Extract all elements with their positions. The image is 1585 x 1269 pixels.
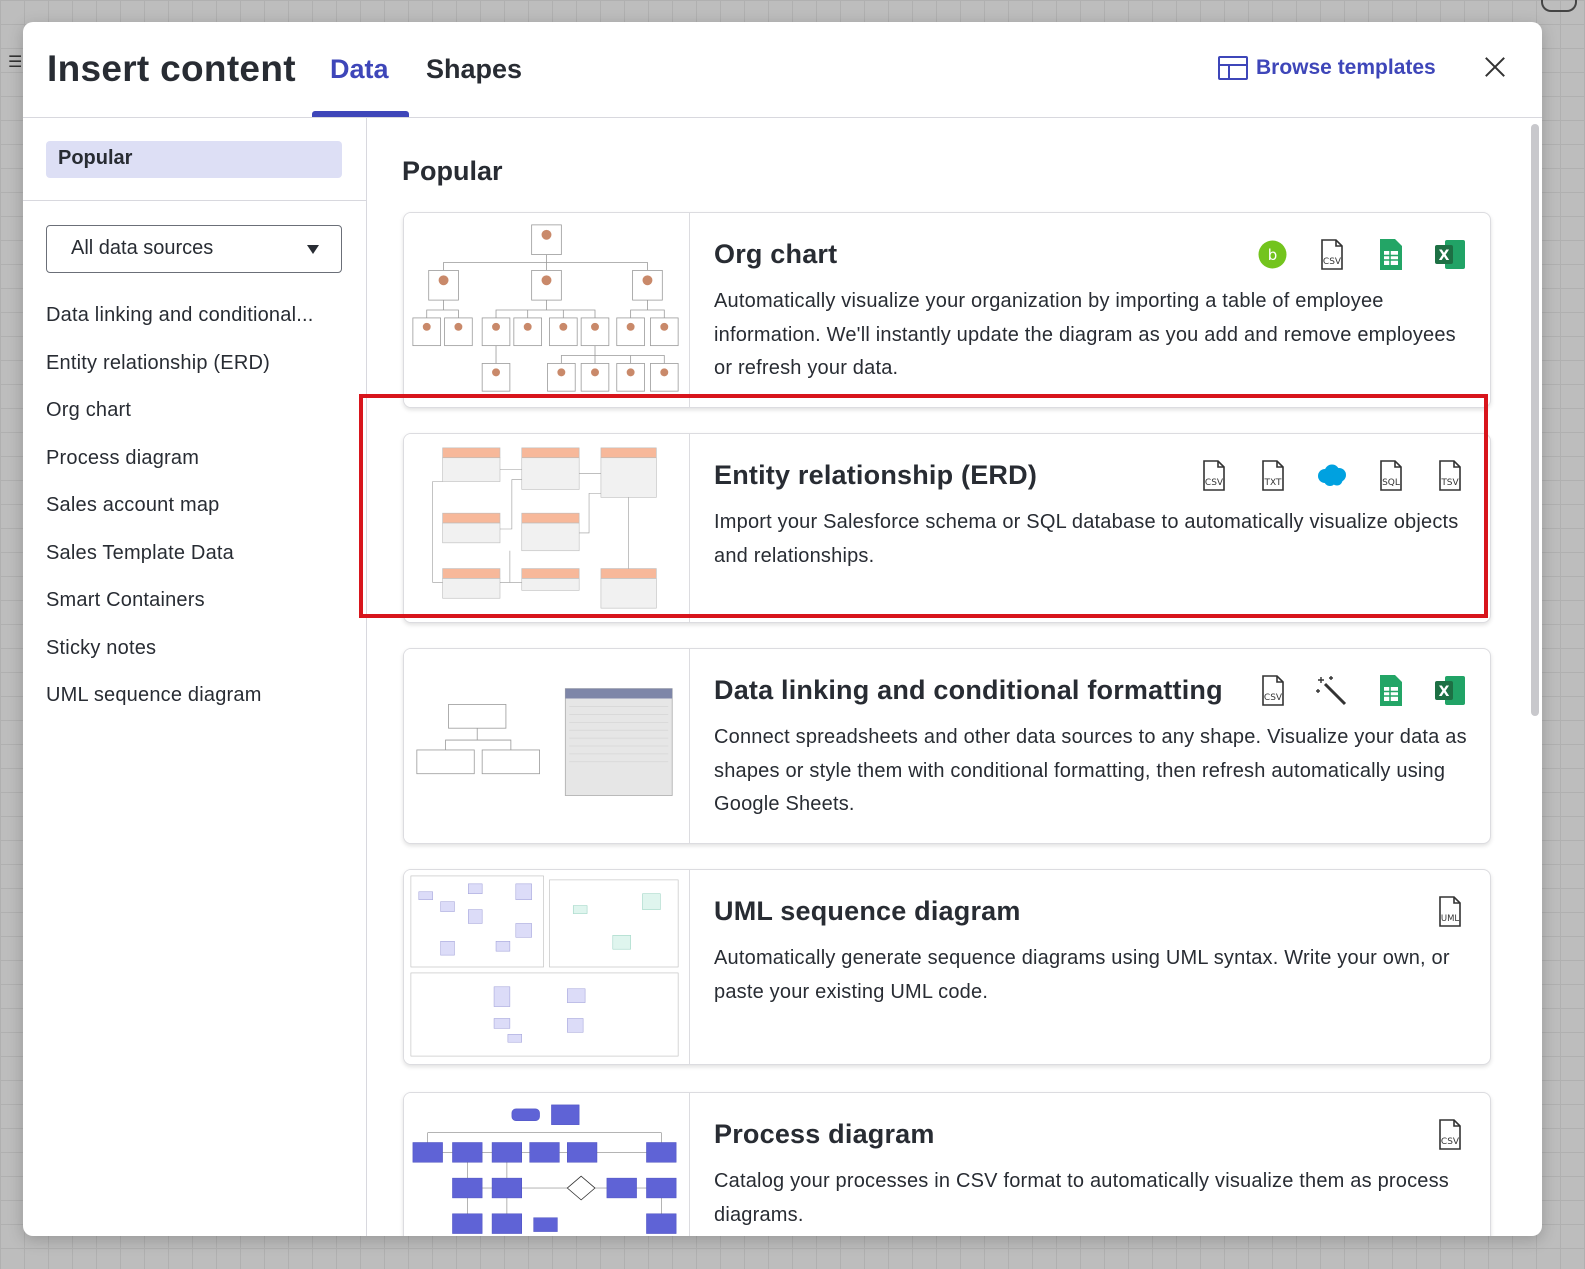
sql-icon: SQL: [1380, 460, 1402, 491]
card-source-icons: CSV X: [1256, 674, 1466, 707]
sidebar-item-data-linking[interactable]: Data linking and conditional...: [46, 304, 346, 352]
card-description: Automatically generate sequence diagrams…: [714, 947, 1450, 1003]
org-chart-thumbnail: [404, 213, 690, 407]
card-source-icons: b CSV X: [1256, 238, 1466, 271]
card-source-icons: CSV: [1433, 1118, 1466, 1151]
card-source-icons: CSV TXT SQL TSV: [1197, 459, 1466, 492]
card-title: UML sequence diagram: [714, 896, 1021, 926]
hamburger-menu-icon[interactable]: ☰: [8, 52, 22, 72]
svg-text:CSV: CSV: [1264, 693, 1283, 703]
card-description: Import your Salesforce schema or SQL dat…: [714, 511, 1459, 567]
card-title: Org chart: [714, 239, 838, 269]
txt-icon: TXT: [1262, 460, 1284, 491]
erd-thumbnail: [404, 434, 690, 622]
salesforce-icon: [1318, 464, 1346, 486]
scrollbar[interactable]: [1531, 124, 1539, 716]
card-data-linking[interactable]: Data linking and conditional formatting …: [403, 648, 1491, 844]
process-diagram-thumbnail: [404, 1093, 690, 1236]
sidebar-item-erd[interactable]: Entity relationship (ERD): [46, 352, 346, 400]
uml-icon: UML: [1439, 896, 1461, 927]
excel-icon: X: [1435, 676, 1465, 705]
card-uml-sequence[interactable]: UML sequence diagram Automatically gener…: [403, 869, 1491, 1065]
svg-text:CSV: CSV: [1205, 478, 1224, 488]
card-source-icons: UML: [1433, 895, 1466, 928]
csv-icon: CSV: [1321, 239, 1343, 270]
card-description: Connect spreadsheets and other data sour…: [714, 726, 1467, 815]
tab-data[interactable]: Data: [330, 54, 389, 85]
bamboohr-icon: b: [1258, 240, 1287, 269]
svg-text:CSV: CSV: [1323, 257, 1342, 267]
csv-icon: CSV: [1262, 675, 1284, 706]
dialog-title: Insert content: [47, 48, 296, 89]
card-description: Automatically visualize your organizatio…: [714, 290, 1456, 379]
caret-down-icon: [307, 245, 319, 254]
sidebar-item-popular[interactable]: Popular: [46, 141, 342, 178]
sidebar-item-uml-sequence[interactable]: UML sequence diagram: [46, 684, 346, 732]
google-sheets-icon: [1380, 239, 1402, 270]
dialog-header: Insert content Data Shapes Browse templa…: [23, 22, 1542, 118]
sidebar-item-process-diagram[interactable]: Process diagram: [46, 447, 346, 495]
svg-text:X: X: [1439, 248, 1450, 264]
card-title: Entity relationship (ERD): [714, 460, 1038, 490]
card-process-diagram[interactable]: Process diagram Catalog your processes i…: [403, 1092, 1491, 1236]
sidebar-item-sales-account-map[interactable]: Sales account map: [46, 494, 346, 542]
csv-icon: CSV: [1203, 460, 1225, 491]
svg-text:CSV: CSV: [1441, 1137, 1460, 1147]
sidebar-divider: [23, 200, 366, 201]
data-linking-thumbnail: [404, 649, 690, 843]
browse-templates-button[interactable]: Browse templates: [1218, 56, 1436, 80]
category-sidebar: Popular All data sources Data linking an…: [23, 118, 367, 1236]
card-description: Catalog your processes in CSV format to …: [714, 1170, 1449, 1226]
sidebar-item-smart-containers[interactable]: Smart Containers: [46, 589, 346, 637]
card-erd[interactable]: Entity relationship (ERD) Import your Sa…: [403, 433, 1491, 623]
active-tab-indicator: [312, 111, 409, 117]
svg-text:b: b: [1268, 246, 1278, 264]
browse-templates-label: Browse templates: [1256, 56, 1436, 79]
card-title: Data linking and conditional formatting: [714, 675, 1223, 705]
insert-content-dialog: Insert content Data Shapes Browse templa…: [23, 22, 1542, 1236]
google-sheets-icon: [1380, 675, 1402, 706]
section-title: Popular: [402, 156, 503, 186]
sidebar-item-sticky-notes[interactable]: Sticky notes: [46, 637, 346, 685]
card-org-chart[interactable]: Org chart Automatically visualize your o…: [403, 212, 1491, 408]
data-source-select-value: All data sources: [71, 237, 214, 259]
excel-icon: X: [1435, 240, 1465, 269]
cloud-icon: [1541, 0, 1577, 12]
template-icon: [1218, 56, 1248, 80]
category-list: Data linking and conditional... Entity r…: [46, 304, 346, 732]
svg-text:UML: UML: [1441, 914, 1460, 924]
svg-text:TXT: TXT: [1263, 478, 1282, 488]
tab-shapes[interactable]: Shapes: [426, 54, 522, 85]
svg-text:TSV: TSV: [1440, 478, 1459, 488]
close-icon[interactable]: [1480, 52, 1510, 82]
svg-text:SQL: SQL: [1382, 478, 1400, 488]
svg-text:X: X: [1439, 684, 1450, 700]
uml-sequence-thumbnail: [404, 870, 690, 1064]
sidebar-item-sales-template-data[interactable]: Sales Template Data: [46, 542, 346, 590]
card-title: Process diagram: [714, 1119, 935, 1149]
magic-wand-icon: [1316, 676, 1347, 706]
content-panel: Popular Org chart Automatically visualiz…: [367, 118, 1542, 1236]
tsv-icon: TSV: [1439, 460, 1461, 491]
sidebar-item-org-chart[interactable]: Org chart: [46, 399, 346, 447]
csv-icon: CSV: [1439, 1119, 1461, 1150]
data-source-select[interactable]: All data sources: [46, 225, 342, 273]
